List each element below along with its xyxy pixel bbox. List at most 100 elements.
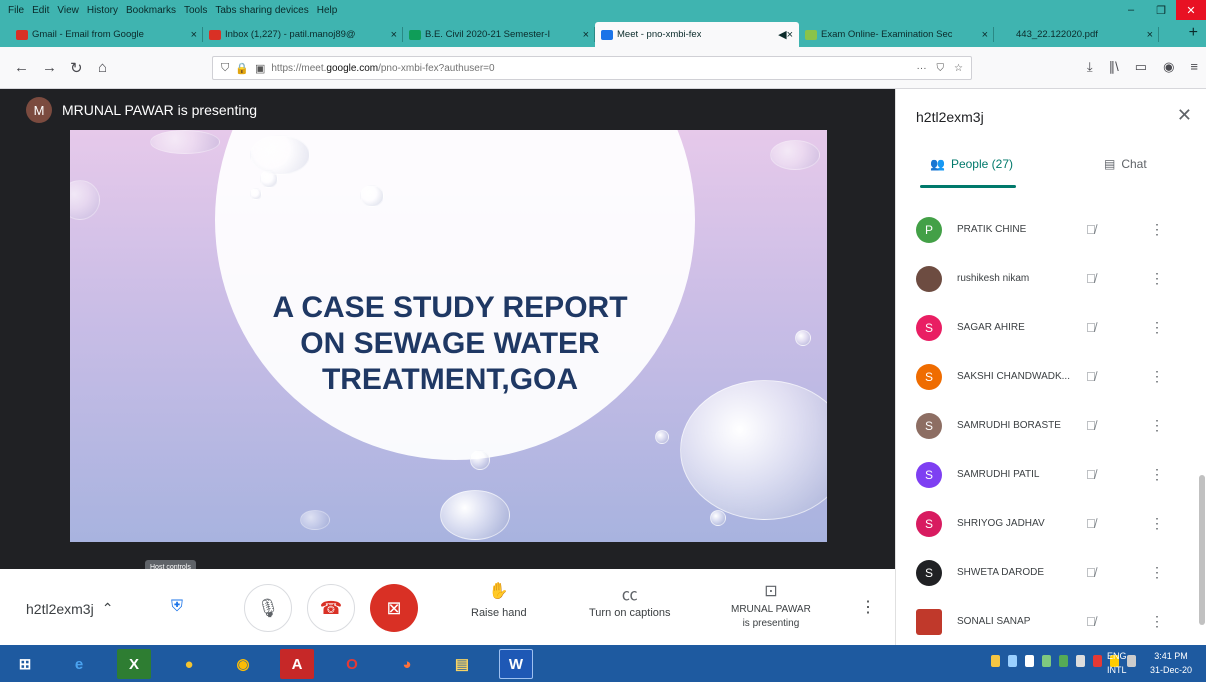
hamburger-menu-icon[interactable]: ≡ — [1190, 59, 1198, 75]
mic-off-icon[interactable]: 🎙̸ — [1086, 271, 1096, 286]
participant-row[interactable]: S SAMRUDHI PATIL 🎙̸ ⋮ — [896, 450, 1196, 499]
browser-tab[interactable]: Gmail - Email from Google × — [10, 22, 203, 47]
reload-icon[interactable]: ↻ — [70, 59, 83, 77]
mic-off-icon[interactable]: 🎙̸ — [1086, 467, 1096, 482]
microphone-button[interactable]: 🎙 — [244, 584, 292, 632]
meeting-details-button[interactable]: h2tl2exm3j ⌃ — [26, 600, 113, 617]
camera-off-button[interactable]: ⊠ — [370, 584, 418, 632]
leave-call-button[interactable]: ☎ — [307, 584, 355, 632]
browser-tab[interactable]: B.E. Civil 2020-21 Semester-I × — [403, 22, 595, 47]
maximize-button[interactable]: ❐ — [1146, 0, 1176, 20]
minimize-button[interactable]: – — [1116, 0, 1146, 20]
browser-tab[interactable]: Exam Online- Examination Sec × — [799, 22, 994, 47]
captions-button[interactable]: ㏄ Turn on captions — [589, 581, 671, 619]
url-bar[interactable]: ⛉ 🔒 ▣ https://meet. google.com/pno-xmbi-f… — [212, 56, 972, 80]
participant-list-scrollbar[interactable] — [1199, 475, 1205, 625]
browser-tab[interactable]: Inbox (1,227) - patil.manoj89@ × — [203, 22, 403, 47]
tab-chat[interactable]: ▤ Chat — [1104, 157, 1147, 171]
menu-item[interactable]: Edit — [32, 5, 49, 16]
lock-icon[interactable]: 🔒 — [235, 62, 249, 75]
bookmark-star-icon[interactable]: ☆ — [954, 63, 963, 74]
permissions-icon[interactable]: ▣ — [255, 62, 265, 75]
menu-item[interactable]: History — [87, 5, 118, 16]
menu-item[interactable]: Bookmarks — [126, 5, 176, 16]
new-tab-button[interactable]: + — [1189, 24, 1198, 42]
raise-hand-button[interactable]: ✋ Raise hand — [471, 581, 527, 619]
word-icon[interactable]: W — [499, 649, 533, 679]
browser-tab[interactable]: 443_22.122020.pdf × — [994, 22, 1159, 47]
tray-icon[interactable] — [1008, 655, 1017, 667]
browser-tab[interactable]: Meet - pno-xmbi-fex ◀× — [595, 22, 799, 47]
chrome-icon[interactable]: ◉ — [226, 649, 260, 679]
menu-item[interactable]: View — [57, 5, 79, 16]
participant-options-icon[interactable]: ⋮ — [1150, 319, 1164, 336]
mic-off-icon[interactable]: 🎙̸ — [1086, 614, 1096, 629]
participant-options-icon[interactable]: ⋮ — [1150, 613, 1164, 630]
tab-close-icon[interactable]: × — [577, 29, 589, 41]
close-window-button[interactable]: ✕ — [1176, 0, 1206, 20]
firefox-icon[interactable]: ◕ — [390, 649, 424, 679]
mic-off-icon[interactable]: 🎙̸ — [1086, 565, 1096, 580]
volume-icon[interactable] — [1076, 655, 1085, 667]
mic-off-icon[interactable]: 🎙̸ — [1086, 320, 1096, 335]
menu-item[interactable]: Tabs sharing devices — [215, 5, 308, 16]
account-icon[interactable]: ◉ — [1163, 59, 1174, 75]
participant-row[interactable]: S SAMRUDHI BORASTE 🎙̸ ⋮ — [896, 401, 1196, 450]
system-clock[interactable]: 3:41 PM 31-Dec-20 — [1150, 649, 1192, 677]
presenting-button[interactable]: ⊡ MRUNAL PAWAR is presenting — [731, 581, 811, 629]
participant-row[interactable]: S SAGAR AHIRE 🎙̸ ⋮ — [896, 303, 1196, 352]
more-options-icon[interactable]: ⋮ — [860, 597, 876, 617]
network-icon[interactable] — [1127, 655, 1136, 667]
tray-icon[interactable] — [1093, 655, 1102, 667]
internet-explorer-icon[interactable]: e — [62, 649, 96, 679]
forward-icon[interactable]: → — [42, 59, 57, 76]
menu-item[interactable]: Help — [317, 5, 338, 16]
participant-options-icon[interactable]: ⋮ — [1150, 270, 1164, 287]
excel-icon[interactable]: X — [117, 649, 151, 679]
tray-icon[interactable] — [1025, 655, 1034, 667]
tray-icon[interactable] — [1059, 655, 1068, 667]
mic-off-icon[interactable]: 🎙̸ — [1086, 516, 1096, 531]
library-icon[interactable]: ∥\ — [1109, 59, 1119, 75]
tab-close-icon[interactable]: × — [976, 29, 988, 41]
participant-row[interactable]: rushikesh nikam 🎙̸ ⋮ — [896, 254, 1196, 303]
mic-off-icon[interactable]: 🎙̸ — [1086, 418, 1096, 433]
participant-options-icon[interactable]: ⋮ — [1150, 466, 1164, 483]
home-icon[interactable]: ⌂ — [98, 59, 107, 76]
tab-close-icon[interactable]: × — [185, 29, 197, 41]
tab-close-icon[interactable]: × — [1141, 29, 1153, 41]
mic-off-icon[interactable]: 🎙̸ — [1086, 222, 1096, 237]
participant-row[interactable]: P PRATIK CHINE 🎙̸ ⋮ — [896, 205, 1196, 254]
participant-options-icon[interactable]: ⋮ — [1150, 515, 1164, 532]
participant-row[interactable]: S SHWETA DARODE 🎙̸ ⋮ — [896, 548, 1196, 597]
mic-off-icon[interactable]: 🎙̸ — [1086, 369, 1096, 384]
shield-icon[interactable]: ⛉ — [221, 62, 229, 75]
tray-icon[interactable] — [1042, 655, 1051, 667]
pocket-icon[interactable]: ⛉ — [937, 63, 945, 74]
tab-close-icon[interactable]: ◀× — [772, 28, 793, 41]
close-panel-icon[interactable]: ✕ — [1177, 105, 1192, 126]
host-controls-shield-icon[interactable]: ⛨ — [164, 594, 190, 620]
tab-people[interactable]: 👥 People (27) — [930, 157, 1013, 171]
downloads-icon[interactable]: ⤓ — [1087, 59, 1093, 75]
opera-icon[interactable]: O — [335, 649, 369, 679]
participant-row[interactable]: S SHRIYOG JADHAV 🎙̸ ⋮ — [896, 499, 1196, 548]
menu-item[interactable]: Tools — [184, 5, 207, 16]
sidebar-icon[interactable]: ▭ — [1135, 59, 1147, 75]
participant-options-icon[interactable]: ⋮ — [1150, 368, 1164, 385]
tray-icon[interactable] — [991, 655, 1000, 667]
windows-start-icon[interactable]: ⊞ — [8, 649, 42, 679]
participant-options-icon[interactable]: ⋮ — [1150, 564, 1164, 581]
participant-row[interactable]: S SAKSHI CHANDWADK... 🎙̸ ⋮ — [896, 352, 1196, 401]
participant-options-icon[interactable]: ⋮ — [1150, 221, 1164, 238]
back-icon[interactable]: ← — [14, 59, 29, 76]
tab-close-icon[interactable]: × — [385, 29, 397, 41]
menu-item[interactable]: File — [8, 5, 24, 16]
file-explorer-icon[interactable]: ▤ — [445, 649, 479, 679]
media-app-icon[interactable]: ● — [172, 649, 206, 679]
language-indicator[interactable]: ENG INTL — [1107, 649, 1127, 677]
participant-row[interactable]: SONALI SANAP 🎙̸ ⋮ — [896, 597, 1196, 641]
page-actions-icon[interactable]: ··· — [917, 63, 927, 74]
participant-options-icon[interactable]: ⋮ — [1150, 417, 1164, 434]
acrobat-icon[interactable]: A — [280, 649, 314, 679]
